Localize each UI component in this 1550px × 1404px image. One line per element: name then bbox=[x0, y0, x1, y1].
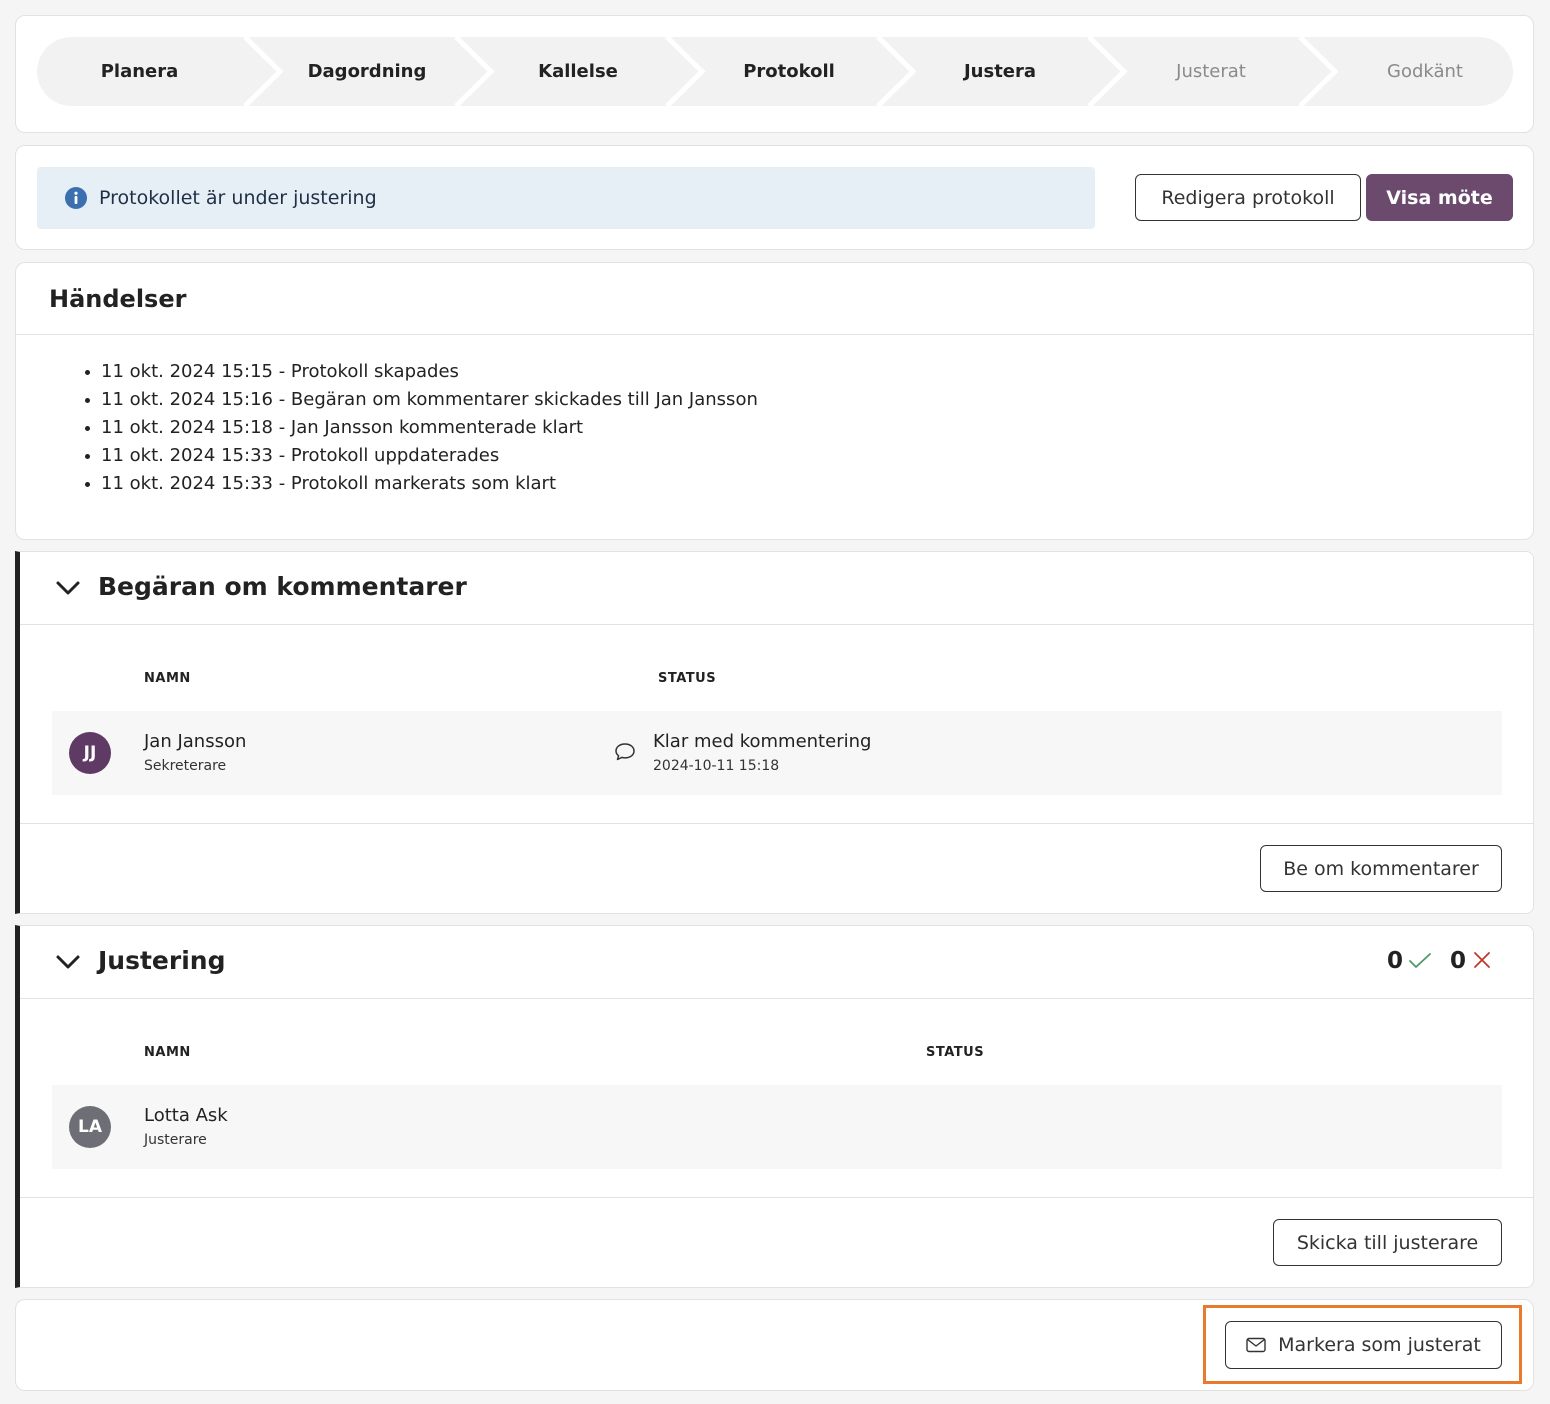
divider bbox=[16, 334, 1533, 335]
avatar: LA bbox=[69, 1106, 111, 1148]
check-icon bbox=[1409, 953, 1431, 968]
event-item: 11 okt. 2024 15:18 - Jan Jansson komment… bbox=[85, 414, 758, 442]
table-row: LA Lotta Ask Justerare bbox=[52, 1085, 1502, 1169]
step-justerat: Justerat bbox=[1176, 61, 1246, 82]
column-header-name: NAMN bbox=[144, 1045, 191, 1060]
column-header-status: STATUS bbox=[658, 671, 717, 686]
highlight-frame bbox=[1203, 1305, 1522, 1384]
person-role: Justerare bbox=[144, 1132, 207, 1148]
status-text: Klar med kommentering bbox=[653, 731, 872, 752]
adjustment-section: Justering 0 0 NAMN STATUS LA Lotta Ask J… bbox=[15, 925, 1534, 1288]
person-name: Lotta Ask bbox=[144, 1105, 228, 1126]
avatar: JJ bbox=[69, 732, 111, 774]
divider bbox=[20, 998, 1533, 999]
step-dagordning[interactable]: Dagordning bbox=[275, 37, 459, 106]
status-date: 2024-10-11 15:18 bbox=[653, 758, 780, 774]
rejected-count: 0 bbox=[1449, 948, 1466, 974]
adjustment-section-title[interactable]: Justering bbox=[98, 946, 225, 975]
step-protokoll[interactable]: Protokoll bbox=[697, 37, 881, 106]
workflow-stepper-card: Planera Dagordning Kallelse Protokoll Ju… bbox=[15, 15, 1534, 133]
step-justera[interactable]: Justera bbox=[908, 37, 1092, 106]
divider bbox=[20, 1197, 1533, 1198]
chevron-down-icon[interactable] bbox=[53, 578, 83, 598]
close-icon bbox=[1474, 952, 1490, 968]
person-role: Sekreterare bbox=[144, 758, 227, 774]
event-item: 11 okt. 2024 15:33 - Protokoll markerats… bbox=[85, 470, 758, 498]
status-banner: Protokollet är under justering bbox=[37, 167, 1095, 229]
edit-protocol-button[interactable]: Redigera protokoll bbox=[1135, 174, 1361, 221]
info-icon bbox=[65, 187, 87, 209]
protocol-status-card: Protokollet är under justering Redigera … bbox=[15, 145, 1534, 250]
column-header-name: NAMN bbox=[144, 671, 191, 686]
event-item: 11 okt. 2024 15:15 - Protokoll skapades bbox=[85, 358, 758, 386]
comments-section-title[interactable]: Begäran om kommentarer bbox=[98, 572, 467, 601]
comment-icon bbox=[615, 743, 635, 761]
events-list: 11 okt. 2024 15:15 - Protokoll skapades … bbox=[85, 358, 758, 498]
chevron-down-icon[interactable] bbox=[53, 952, 83, 972]
comments-section: Begäran om kommentarer NAMN STATUS JJ Ja… bbox=[15, 551, 1534, 914]
event-item: 11 okt. 2024 15:16 - Begäran om kommenta… bbox=[85, 386, 758, 414]
step-planera[interactable]: Planera bbox=[37, 37, 242, 106]
step-kallelse[interactable]: Kallelse bbox=[486, 37, 670, 106]
person-name: Jan Jansson bbox=[144, 731, 247, 752]
divider bbox=[20, 624, 1533, 625]
view-meeting-button[interactable]: Visa möte bbox=[1366, 174, 1513, 221]
status-banner-text: Protokollet är under justering bbox=[99, 187, 377, 209]
events-card: Händelser 11 okt. 2024 15:15 - Protokoll… bbox=[15, 262, 1534, 540]
column-header-status: STATUS bbox=[926, 1045, 985, 1060]
send-to-adjusters-button[interactable]: Skicka till justerare bbox=[1273, 1219, 1502, 1266]
adjustment-counts: 0 0 bbox=[1387, 948, 1493, 974]
request-comments-button[interactable]: Be om kommentarer bbox=[1260, 845, 1502, 892]
table-row: JJ Jan Jansson Sekreterare Klar med komm… bbox=[52, 711, 1502, 795]
workflow-stepper: Planera Dagordning Kallelse Protokoll Ju… bbox=[37, 37, 1513, 106]
approved-count: 0 bbox=[1386, 948, 1403, 974]
events-title: Händelser bbox=[49, 285, 187, 313]
step-godkant: Godkänt bbox=[1387, 61, 1463, 82]
divider bbox=[20, 823, 1533, 824]
event-item: 11 okt. 2024 15:33 - Protokoll uppdatera… bbox=[85, 442, 758, 470]
